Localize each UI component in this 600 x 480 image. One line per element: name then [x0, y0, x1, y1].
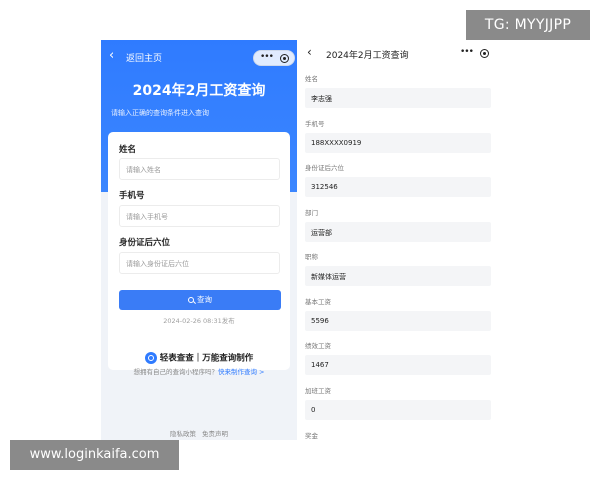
brand-row: 轻表查查｜万能查询制作	[101, 347, 297, 364]
result-value-id-last6: 312546	[305, 177, 491, 197]
back-chevron-icon[interactable]: ‹	[307, 45, 312, 59]
result-value-department: 运营部	[305, 222, 491, 242]
search-icon	[188, 297, 194, 303]
page-subtitle: 请输入正确的查询条件进入查询	[111, 109, 209, 117]
phone-placeholder: 请输入手机号	[126, 213, 168, 221]
query-result-screen: ‹ 2024年2月工资查询 ••• 姓名 李志强 手机号 188XXXX0919…	[297, 40, 499, 440]
result-value-text: 新媒体运营	[311, 273, 346, 281]
result-value-base-salary: 5596	[305, 311, 491, 331]
result-label-bonus: 奖金	[305, 432, 318, 440]
close-target-icon[interactable]	[480, 49, 489, 58]
publish-date: 2024-02-26 08:31发布	[163, 317, 235, 325]
promo-text: 想拥有自己的查询小程序吗？	[133, 368, 218, 376]
disclaimer-link[interactable]: 免责声明	[202, 430, 228, 438]
result-value-text: 运营部	[311, 229, 332, 237]
back-home-link[interactable]: 返回主页	[126, 51, 162, 64]
promo-link[interactable]: 快来制作查询 >	[218, 368, 265, 376]
back-chevron-icon[interactable]: ‹	[109, 48, 114, 63]
query-form-screen: ‹ 返回主页 ••• 2024年2月工资查询 请输入正确的查询条件进入查询 姓名…	[101, 40, 297, 440]
result-value-text: 0	[311, 406, 316, 414]
result-value-text: 李志强	[311, 95, 332, 103]
result-label-id-last6: 身份证后六位	[305, 164, 344, 172]
watermark-top: TG: MYYJJPP	[466, 10, 590, 40]
query-button[interactable]: 查询	[119, 290, 281, 310]
result-value-title: 新媒体运营	[305, 266, 491, 286]
footer-links: 隐私政策 免责声明	[101, 428, 297, 438]
result-value-text: 188XXXX0919	[311, 139, 362, 147]
result-label-name: 姓名	[305, 75, 318, 83]
name-placeholder: 请输入姓名	[126, 166, 161, 174]
query-card: 姓名 请输入姓名 手机号 请输入手机号 身份证后六位 请输入身份证后六位 查询 …	[108, 132, 290, 370]
result-label-overtime-pay: 加班工资	[305, 387, 331, 395]
id-last6-placeholder: 请输入身份证后六位	[126, 260, 189, 268]
nav-bar: ‹ 返回主页 •••	[101, 46, 297, 70]
close-target-icon[interactable]	[280, 54, 289, 63]
phone-label: 手机号	[119, 191, 145, 201]
result-label-base-salary: 基本工资	[305, 298, 331, 306]
id-last6-input[interactable]: 请输入身份证后六位	[119, 252, 280, 274]
name-label: 姓名	[119, 145, 137, 155]
privacy-link[interactable]: 隐私政策	[170, 430, 196, 438]
result-value-text: 5596	[311, 317, 329, 325]
result-value-performance-pay: 1467	[305, 355, 491, 375]
result-value-text: 1467	[311, 361, 329, 369]
brand-name: 轻表查查｜万能查询制作	[159, 353, 254, 364]
phone-input[interactable]: 请输入手机号	[119, 205, 280, 227]
result-label-title: 职称	[305, 253, 318, 261]
result-label-performance-pay: 绩效工资	[305, 342, 331, 350]
result-label-phone: 手机号	[305, 120, 325, 128]
result-nav-bar: ‹ 2024年2月工资查询 •••	[297, 40, 499, 66]
result-label-department: 部门	[305, 209, 318, 217]
result-value-name: 李志强	[305, 88, 491, 108]
promo-row: 想拥有自己的查询小程序吗？快来制作查询 >	[101, 366, 297, 376]
mini-program-capsule: •••	[253, 50, 295, 66]
more-icon[interactable]: •••	[260, 52, 274, 62]
watermark-bottom: www.loginkaifa.com	[10, 440, 179, 470]
query-button-label: 查询	[197, 295, 212, 304]
result-value-overtime-pay: 0	[305, 400, 491, 420]
brand-logo-icon	[144, 351, 157, 364]
result-title: 2024年2月工资查询	[326, 51, 409, 61]
result-value-phone: 188XXXX0919	[305, 133, 491, 153]
name-input[interactable]: 请输入姓名	[119, 158, 280, 180]
page-title: 2024年2月工资查询	[132, 83, 266, 99]
result-value-text: 312546	[311, 183, 338, 191]
id-last6-label: 身份证后六位	[119, 238, 171, 248]
more-icon[interactable]: •••	[460, 47, 474, 57]
